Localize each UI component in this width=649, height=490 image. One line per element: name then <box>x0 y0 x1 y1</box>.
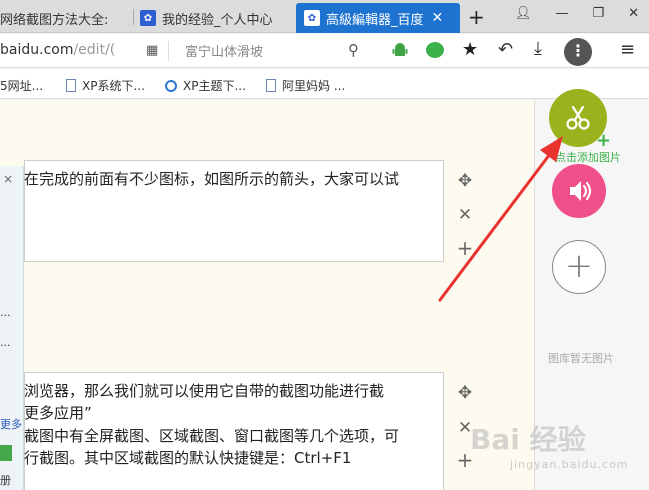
bookmark-xp-system[interactable]: XP系统下... <box>66 77 145 94</box>
watermark: Bai 经验 <box>470 423 586 456</box>
add-item-button[interactable]: + <box>552 240 606 294</box>
tab-bar: 网络截图方法大全: ✿ 我的经验_个人中心 ✿ 高級編輯器_百度 ✕ + 👤︎ … <box>0 0 649 33</box>
strip-text: ... <box>0 336 11 349</box>
edit-block-text: 浏览器，那么我们就可以使用它自带的截图功能进行截 <box>24 382 385 400</box>
bookmark-site-nav[interactable]: 5网址... <box>0 77 43 94</box>
bookmarks-bar: 5网址... XP系统下... XP主题下... 阿里妈妈 ... <box>0 69 649 99</box>
wechat-icon[interactable] <box>426 42 444 58</box>
url-field[interactable]: baidu.com/edit/( <box>0 42 115 58</box>
add-image-label[interactable]: 点击添加图片 <box>555 149 621 165</box>
tab-advanced-editor[interactable]: ✿ 高級編輯器_百度 ✕ <box>296 3 460 33</box>
tab-screenshot-methods[interactable]: 网络截图方法大全: <box>0 3 130 33</box>
star-icon[interactable]: ★ <box>462 39 478 60</box>
add-green-icon: + <box>596 130 612 151</box>
close-icon[interactable]: ✕ <box>455 205 475 225</box>
strip-text: 册 <box>0 474 11 487</box>
no-image-label: 图库暂无图片 <box>548 352 614 365</box>
more-options-button[interactable]: ⋮ <box>564 38 592 66</box>
edit-block-text: 更多应用” <box>24 404 92 422</box>
page-icon[interactable]: ▦ <box>146 43 158 58</box>
strip-green-icon <box>0 445 12 461</box>
user-icon[interactable]: 👤︎ <box>515 6 532 21</box>
new-tab-button[interactable]: + <box>468 5 485 29</box>
move-icon[interactable]: ✥ <box>455 383 475 403</box>
ie-icon <box>165 79 177 92</box>
back-icon[interactable]: ↶ <box>498 39 513 60</box>
tab-my-experience[interactable]: ✿ 我的经验_个人中心 <box>140 3 290 33</box>
add-icon[interactable]: + <box>455 236 475 260</box>
baidu-paw-icon: ✿ <box>304 10 320 26</box>
scissors-icon <box>566 105 590 130</box>
baidu-paw-icon: ✿ <box>140 10 156 26</box>
close-window-icon[interactable]: ✕ <box>628 6 639 21</box>
menu-icon[interactable]: ≡ <box>620 39 635 60</box>
strip-more-link[interactable]: 更多 <box>0 416 22 432</box>
strip-text: ... <box>0 306 11 319</box>
tab-separator <box>133 9 134 25</box>
browser-window: 网络截图方法大全: ✿ 我的经验_个人中心 ✿ 高級編輯器_百度 ✕ + 👤︎ … <box>0 0 649 490</box>
close-tab-icon[interactable]: ✕ <box>432 10 444 26</box>
android-icon[interactable] <box>392 42 408 58</box>
address-bar: baidu.com/edit/( ▦ 富宁山体滑坡 ⚲ ★ ↶ ⤓ ⋮ ≡ <box>0 34 649 68</box>
document-icon <box>66 79 76 92</box>
window-controls: 👤︎ — ❐ ✕ <box>515 6 639 21</box>
bookmark-alimama[interactable]: 阿里妈妈 ... <box>266 77 345 94</box>
edit-block-text: 行截图。其中区域截图的默认快捷键是：Ctrl+F1 <box>24 449 352 467</box>
minimize-icon[interactable]: — <box>555 6 568 21</box>
speaker-icon <box>570 181 592 201</box>
sidebar-strip: × <box>0 166 24 490</box>
search-input[interactable]: 富宁山体滑坡 <box>168 41 368 61</box>
edit-block-text: 在完成的前面有不少图标，如图所示的箭头，大家可以试 <box>24 170 400 188</box>
audio-button[interactable] <box>552 164 606 218</box>
watermark-url: jingyan.baidu.com <box>510 458 629 471</box>
document-icon <box>266 79 276 92</box>
restore-icon[interactable]: ❐ <box>592 6 604 21</box>
download-icon[interactable]: ⤓ <box>534 38 542 59</box>
move-icon[interactable]: ✥ <box>455 171 475 191</box>
search-icon[interactable]: ⚲ <box>348 41 359 59</box>
edit-block-text: 截图中有全屏截图、区域截图、窗口截图等几个选项，可 <box>24 427 400 445</box>
bookmark-xp-theme[interactable]: XP主题下... <box>165 77 246 94</box>
close-icon[interactable]: × <box>3 172 13 186</box>
